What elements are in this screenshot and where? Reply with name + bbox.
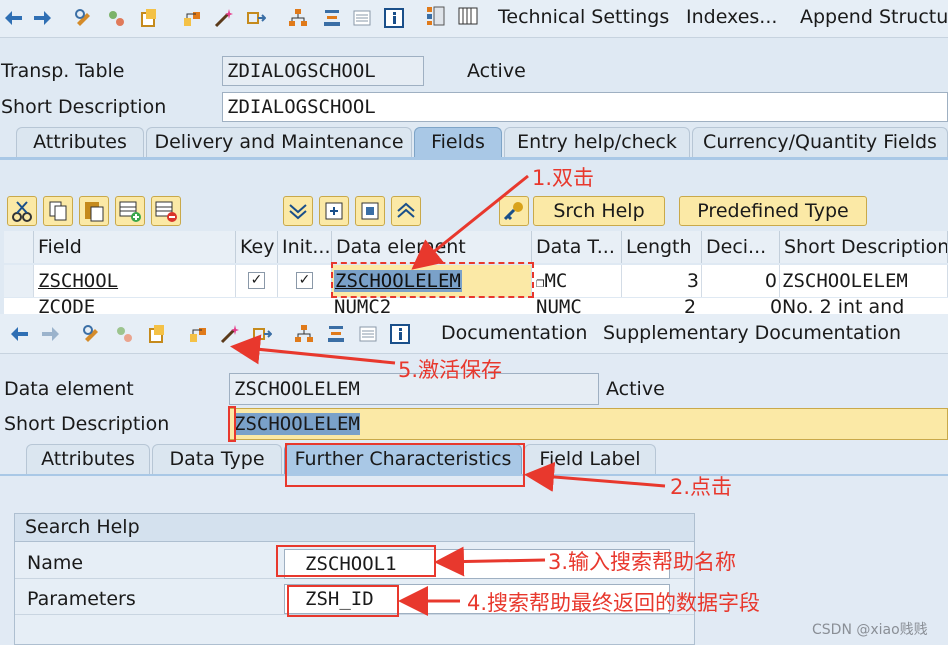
watermark: CSDN @xiao贱贱 — [812, 622, 928, 638]
annotation-step-1: 1.双击 — [532, 166, 595, 190]
annotation-step-5: 5.激活保存 — [398, 358, 503, 382]
annotation-step-2: 2.点击 — [670, 475, 733, 499]
annotation-step-4: 4.搜索帮助最终返回的数据字段 — [467, 591, 761, 615]
annotation-arrows — [230, 174, 666, 616]
annotation-step-3: 3.输入搜索帮助名称 — [548, 550, 737, 574]
